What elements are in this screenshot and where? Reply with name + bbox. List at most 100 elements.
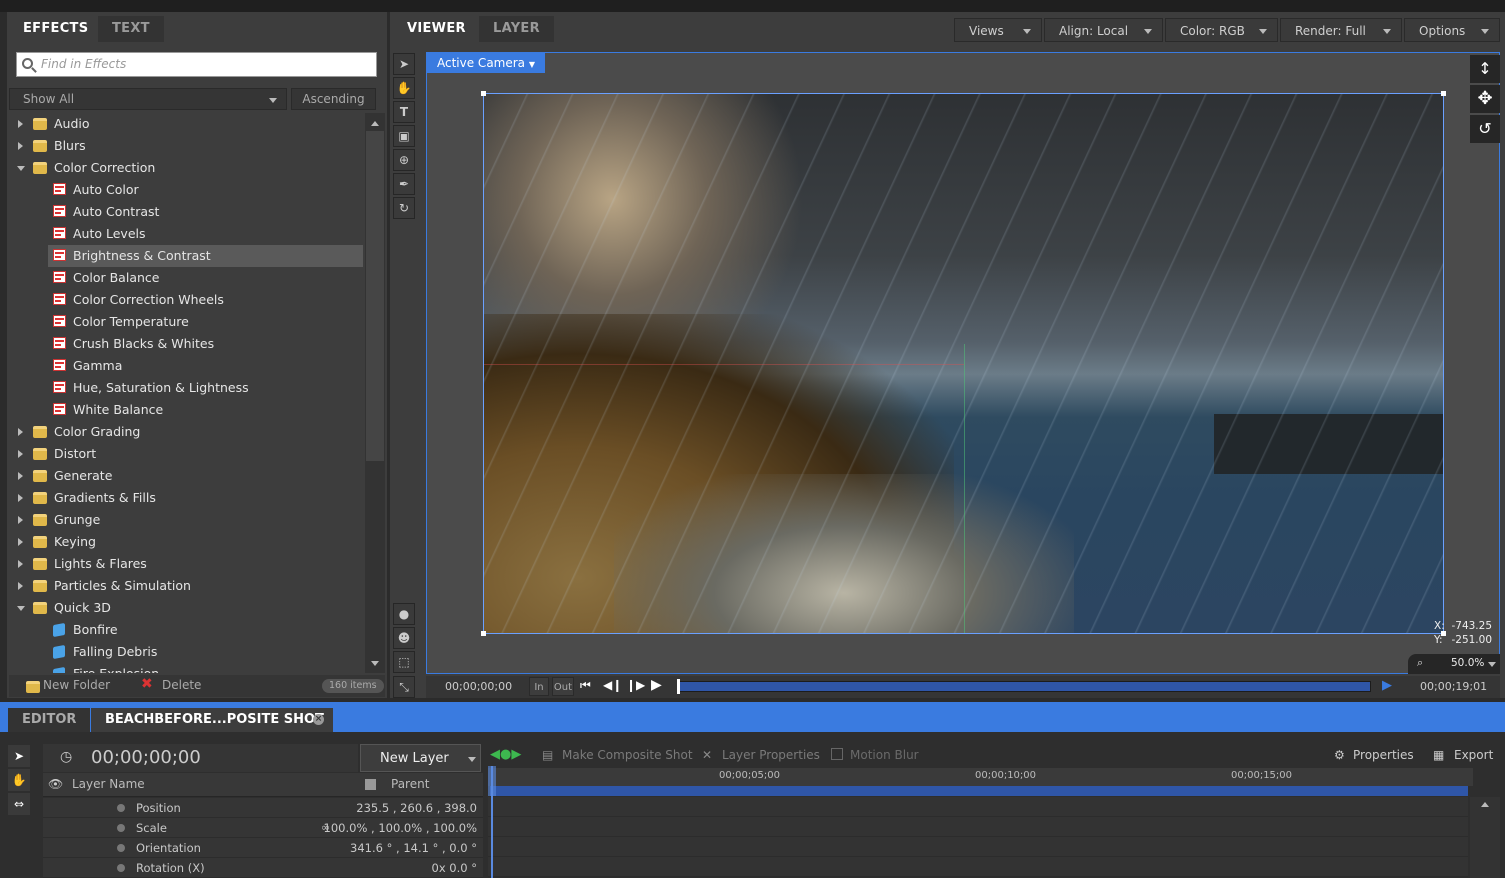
move-xy-icon[interactable]: ✥: [1470, 85, 1500, 113]
tree-item[interactable]: Grunge: [8, 509, 363, 531]
tree-item[interactable]: Falling Debris: [8, 641, 363, 663]
property-value[interactable]: 100.0% , 100.0% , 100.0%: [324, 818, 477, 838]
export-button[interactable]: Export: [1454, 744, 1493, 766]
active-camera-dropdown[interactable]: Active Camera ▼: [427, 53, 546, 73]
tree-item[interactable]: Auto Color: [8, 179, 363, 201]
search-field[interactable]: Find in Effects: [16, 52, 377, 77]
scrub-bar[interactable]: [677, 681, 1371, 692]
step-back-icon[interactable]: ◀❙: [603, 678, 622, 692]
hand-tool-icon[interactable]: ✋: [393, 77, 415, 99]
text-tool-icon[interactable]: T: [393, 101, 415, 123]
tree-item[interactable]: Gamma: [8, 355, 363, 377]
tree-item[interactable]: Generate: [8, 465, 363, 487]
property-row[interactable]: Rotation (X) 0x 0.0 °: [43, 858, 483, 878]
tab-effects[interactable]: EFFECTS: [9, 16, 103, 42]
delete-button[interactable]: Delete: [162, 678, 201, 692]
rotate-view-icon[interactable]: ↺: [1470, 115, 1500, 143]
editor-hand-icon[interactable]: ✋: [8, 769, 30, 791]
out-button[interactable]: Out: [552, 677, 574, 696]
expand-icon[interactable]: [18, 582, 23, 590]
expand-icon[interactable]: [18, 494, 23, 502]
keyframe-toggle-icon[interactable]: [117, 804, 125, 812]
keyframe-toggle-icon[interactable]: [117, 844, 125, 852]
tree-scrollbar[interactable]: [365, 113, 385, 673]
expand-icon[interactable]: [18, 538, 23, 546]
tree-item[interactable]: Color Balance: [8, 267, 363, 289]
new-folder-button[interactable]: New Folder: [43, 678, 110, 692]
properties-button[interactable]: Properties: [1353, 744, 1414, 766]
property-value[interactable]: 341.6 ° , 14.1 ° , 0.0 °: [350, 838, 477, 858]
views-dropdown[interactable]: Views: [954, 18, 1042, 42]
align-dropdown[interactable]: Align: Local: [1044, 18, 1163, 42]
tree-item[interactable]: Particles & Simulation: [8, 575, 363, 597]
keyframe-toggle-icon[interactable]: [117, 824, 125, 832]
in-button[interactable]: In: [529, 677, 549, 696]
render-dropdown[interactable]: Render: Full: [1280, 18, 1402, 42]
filter-dropdown[interactable]: Show All: [9, 88, 287, 110]
keyframe-toggle-icon[interactable]: [117, 864, 125, 872]
property-row[interactable]: Orientation 341.6 ° , 14.1 ° , 0.0 °: [43, 838, 483, 858]
select-tool-icon[interactable]: ➤: [393, 53, 415, 75]
expand-icon[interactable]: [18, 516, 23, 524]
playhead[interactable]: [677, 679, 680, 694]
expand-icon[interactable]: [17, 166, 25, 171]
play-icon[interactable]: ▶: [651, 677, 662, 693]
tree-item[interactable]: Color Temperature: [8, 311, 363, 333]
loop-icon[interactable]: ▶: [1382, 678, 1392, 693]
expand-icon[interactable]: [18, 142, 23, 150]
current-timecode[interactable]: 00;00;00;00: [91, 747, 201, 768]
tab-viewer[interactable]: VIEWER: [393, 16, 480, 42]
timeline-scrollbar[interactable]: [1470, 797, 1500, 878]
tree-item[interactable]: Bonfire: [8, 619, 363, 641]
property-value[interactable]: 0x 0.0 °: [432, 858, 477, 878]
rotate-tool-icon[interactable]: ↻: [393, 197, 415, 219]
tree-item[interactable]: Audio: [8, 113, 363, 135]
tree-item[interactable]: Fire Explosion: [8, 663, 363, 673]
editor-select-icon[interactable]: ➤: [8, 745, 30, 767]
tree-item[interactable]: Hue, Saturation & Lightness: [8, 377, 363, 399]
step-forward-icon[interactable]: ❙▶: [626, 678, 645, 692]
expand-icon[interactable]: [18, 560, 23, 568]
tree-item[interactable]: Quick 3D: [8, 597, 363, 619]
light-icon[interactable]: ●: [393, 603, 415, 625]
jump-start-icon[interactable]: ⏮: [580, 678, 591, 693]
options-dropdown[interactable]: Options: [1404, 18, 1500, 42]
tree-item[interactable]: Lights & Flares: [8, 553, 363, 575]
editor-slip-icon[interactable]: ⇔: [8, 793, 30, 815]
zoom-control[interactable]: ⌕ 50.0%: [1408, 654, 1500, 674]
orbit-tool-icon[interactable]: ⊕: [393, 149, 415, 171]
expand-icon[interactable]: [17, 606, 25, 611]
playhead-handle[interactable]: [488, 766, 496, 796]
close-tab-icon[interactable]: ×: [313, 714, 324, 725]
tree-item[interactable]: White Balance: [8, 399, 363, 421]
color-dropdown[interactable]: Color: RGB: [1165, 18, 1278, 42]
tab-text[interactable]: TEXT: [98, 16, 164, 42]
pen-tool-icon[interactable]: ✒: [393, 173, 415, 195]
expand-icon[interactable]: [18, 450, 23, 458]
tree-item[interactable]: Color Correction: [8, 157, 363, 179]
tree-item[interactable]: Crush Blacks & Whites: [8, 333, 363, 355]
motion-blur-checkbox[interactable]: [831, 748, 843, 760]
mask-icon[interactable]: ⬚: [393, 651, 415, 673]
tree-item[interactable]: Distort: [8, 443, 363, 465]
property-row[interactable]: Position 235.5 , 260.6 , 398.0: [43, 798, 483, 818]
tree-item[interactable]: Auto Contrast: [8, 201, 363, 223]
timeline-ruler[interactable]: 00;00;05;00 00;00;10;00 00;00;15;00: [488, 768, 1473, 786]
tab-composite-shot[interactable]: BEACHBEFORE...POSITE SHOT ×: [91, 708, 333, 732]
tree-item[interactable]: Keying: [8, 531, 363, 553]
tree-item[interactable]: Blurs: [8, 135, 363, 157]
expand-icon[interactable]: [18, 472, 23, 480]
expand-icon[interactable]: [18, 120, 23, 128]
transform-tool-icon[interactable]: ▣: [393, 125, 415, 147]
property-value[interactable]: 235.5 , 260.6 , 398.0: [356, 798, 477, 818]
tree-item[interactable]: Color Correction Wheels: [8, 289, 363, 311]
layer-properties-button[interactable]: Layer Properties: [722, 744, 820, 766]
layer-duration-bar[interactable]: [490, 786, 1468, 796]
property-row[interactable]: Scale ∞ 100.0% , 100.0% , 100.0%: [43, 818, 483, 838]
keyframe-nav-icon[interactable]: ◀●▶: [490, 744, 521, 766]
tree-item[interactable]: Brightness & Contrast: [48, 245, 363, 267]
tab-editor[interactable]: EDITOR: [8, 708, 91, 732]
tab-layer[interactable]: LAYER: [479, 16, 554, 42]
tree-item[interactable]: Auto Levels: [8, 223, 363, 245]
sort-button[interactable]: Ascending: [291, 88, 376, 110]
